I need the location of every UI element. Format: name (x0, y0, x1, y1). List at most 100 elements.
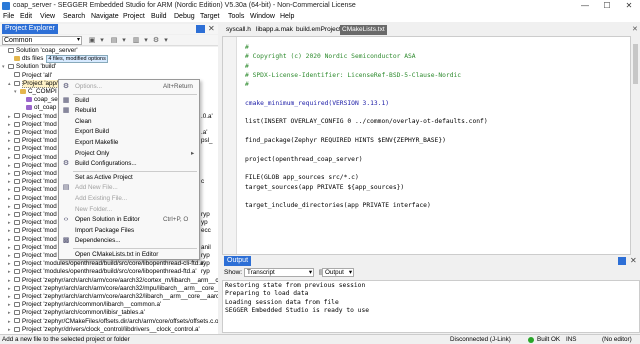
tree-item[interactable]: ▸ Project 'zephyr/arch/common/libarch__co… (0, 301, 218, 309)
modified-badge: 4 files, modified options (46, 55, 108, 64)
output-mode-select[interactable]: Output ▾ (322, 268, 354, 277)
tree-item-suffix: .0.a' (201, 112, 213, 120)
output-line: Restoring state from previous session (225, 282, 366, 289)
tree-item-label: Project 'mod (22, 145, 57, 153)
tab-libapp-mak[interactable]: libapp.a.mak (254, 25, 295, 35)
context-menu-item[interactable]: Project Only ▸ (59, 149, 199, 159)
tree-item-label: Project 'mod (22, 170, 57, 177)
menu-view[interactable]: View (40, 13, 55, 20)
tree-item-suffix: ecc (201, 227, 211, 235)
context-menu-item[interactable]: Export Makefile (59, 138, 199, 148)
context-menu-item[interactable]: ▩ Dependencies... (59, 236, 199, 246)
project-icon (14, 220, 20, 226)
properties-icon[interactable]: ▥ (132, 37, 140, 44)
tree-item[interactable]: ▸ Project 'zephyr/drivers/clock_control/l… (0, 326, 218, 334)
c-file-icon (26, 105, 32, 111)
chevron-down-icon: ▾ (308, 269, 312, 276)
dropdown-icon-4[interactable]: ▾ (162, 37, 170, 44)
dropdown-icon-3[interactable]: ▾ (142, 37, 150, 44)
menu-help[interactable]: Help (280, 13, 294, 20)
menu-project[interactable]: Project (123, 13, 145, 20)
context-menu-item: Add Existing File... (59, 194, 199, 204)
tree-item[interactable]: ▸ Project 'modules/openthread/build/src/c… (0, 260, 218, 268)
output-panel[interactable]: Restoring state from previous session Pre… (222, 280, 640, 333)
show-select[interactable]: Transcript ▾ (244, 268, 314, 277)
close-window-button[interactable]: ✕ (618, 0, 640, 12)
title-bar: coap_server - SEGGER Embedded Studio for… (0, 0, 640, 12)
build-toolbar-icon[interactable]: ▣ (88, 37, 96, 44)
project-icon (14, 310, 20, 316)
menu-tools[interactable]: Tools (228, 13, 244, 20)
context-menu-item[interactable]: ⚙ Build Configurations... (59, 159, 199, 169)
tree-item-label: Project 'mod (22, 112, 57, 120)
menu-target[interactable]: Target (200, 13, 219, 20)
menu-edit[interactable]: Edit (20, 13, 32, 20)
tab-cmakelists[interactable]: CMakeLists.txt (340, 25, 387, 35)
tree-item[interactable]: dts files 4 files, modified options (0, 55, 218, 64)
tree-item-label: dts files (22, 55, 44, 63)
dropdown-icon-2[interactable]: ▾ (120, 37, 128, 44)
close-icon[interactable]: ✕ (630, 256, 637, 265)
add-file-icon[interactable]: ▤ (110, 37, 118, 44)
code-line: # (245, 81, 249, 89)
pin-icon[interactable] (196, 25, 205, 33)
tree-item[interactable]: Solution 'coap_server' (0, 47, 218, 55)
tree-item[interactable]: ▸ Project 'zephyr/arch/arch/arm/core/aarc… (0, 285, 218, 293)
project-explorer-title[interactable]: Project Explorer (2, 24, 58, 34)
tab-build-emproject[interactable]: build.emProject (294, 25, 343, 35)
tree-item[interactable]: ▸ Project 'zephyr/arch/common/libisr_tabl… (0, 309, 218, 317)
code-editor[interactable]: # # Copyright (c) 2020 Nordic Semiconduct… (222, 36, 631, 255)
menu-file[interactable]: File (3, 13, 14, 20)
new-file-icon: ▤ (62, 184, 70, 192)
menu-window[interactable]: Window (250, 13, 275, 20)
context-menu-item[interactable]: ‹› Open Solution in Editor Ctrl+P, O (59, 215, 199, 225)
project-icon (14, 252, 20, 258)
context-menu-item[interactable]: Export Build (59, 127, 199, 137)
context-menu-label: Import Package Files (75, 226, 135, 234)
dropdown-icon[interactable]: ▾ (98, 37, 106, 44)
output-line: Loading session data from file (225, 298, 339, 306)
output-title[interactable]: Output (224, 256, 252, 266)
context-menu-item[interactable]: ▦ Rebuild (59, 106, 199, 116)
context-menu-item[interactable]: Import Package Files (59, 226, 199, 236)
tree-item[interactable]: ▸ Project 'zephyr/CMakeFiles/offsets.dir/… (0, 318, 218, 326)
context-menu-item[interactable]: Clean (59, 117, 199, 127)
context-menu-item[interactable]: ▦ Build (59, 96, 199, 106)
minimize-button[interactable]: — (574, 0, 596, 12)
settings-icon[interactable]: ⚙ (152, 37, 160, 44)
menu-debug[interactable]: Debug (174, 13, 195, 20)
tree-item-label: Project 'zephyr/CMakeFiles/offsets.dir/a… (22, 317, 218, 325)
tree-item[interactable]: ▸ Project 'modules/openthread/build/src/c… (0, 268, 218, 276)
build-status: Built OK (537, 336, 561, 343)
output-header: Output ✕ (222, 256, 640, 266)
close-icon[interactable]: ✕ (208, 24, 215, 33)
tree-item-suffix: psl_ (201, 137, 213, 145)
output-line: Preparing to load data (225, 290, 309, 298)
tree-item-label: Solution 'build' (16, 63, 57, 71)
code-line: find_package(Zephyr REQUIRED HINTS $ENV{… (245, 137, 446, 144)
context-menu-item: ▤ Add New File... (59, 183, 199, 193)
scrollbar-thumb[interactable] (633, 44, 638, 84)
project-icon (14, 121, 20, 127)
tree-item-suffix: anil (201, 243, 211, 251)
insert-mode: INS (566, 336, 577, 343)
app-icon (2, 2, 10, 10)
menu-search[interactable]: Search (63, 13, 85, 20)
context-menu-item[interactable]: Set as Active Project (59, 173, 199, 183)
pin-icon[interactable] (618, 257, 626, 265)
close-tab-icon[interactable]: ✕ (632, 25, 638, 33)
configuration-select[interactable]: Common ▾ (2, 36, 82, 45)
editor-scrollbar[interactable] (631, 36, 640, 255)
menu-navigate[interactable]: Navigate (91, 13, 119, 20)
tree-item[interactable]: ▸ Project 'zephyr/arch/arch/arm/core/aarc… (0, 277, 218, 285)
context-menu-label: Open CMakeLists.txt in Editor (75, 251, 159, 258)
context-menu-item[interactable]: Open CMakeLists.txt in Editor (59, 250, 199, 260)
tree-item[interactable]: ▾ Solution 'build' (0, 63, 218, 71)
tree-item-label: Project 'mod (22, 194, 57, 202)
connection-status[interactable]: Disconnected (J-Link) (450, 336, 511, 343)
maximize-button[interactable]: ☐ (596, 0, 618, 12)
tree-item[interactable]: ▸ Project 'zephyr/arch/arch/arm/core/aarc… (0, 293, 218, 301)
tab-syscall-h[interactable]: syscall.h (224, 25, 253, 35)
menu-build[interactable]: Build (151, 13, 167, 20)
project-icon (14, 138, 20, 144)
